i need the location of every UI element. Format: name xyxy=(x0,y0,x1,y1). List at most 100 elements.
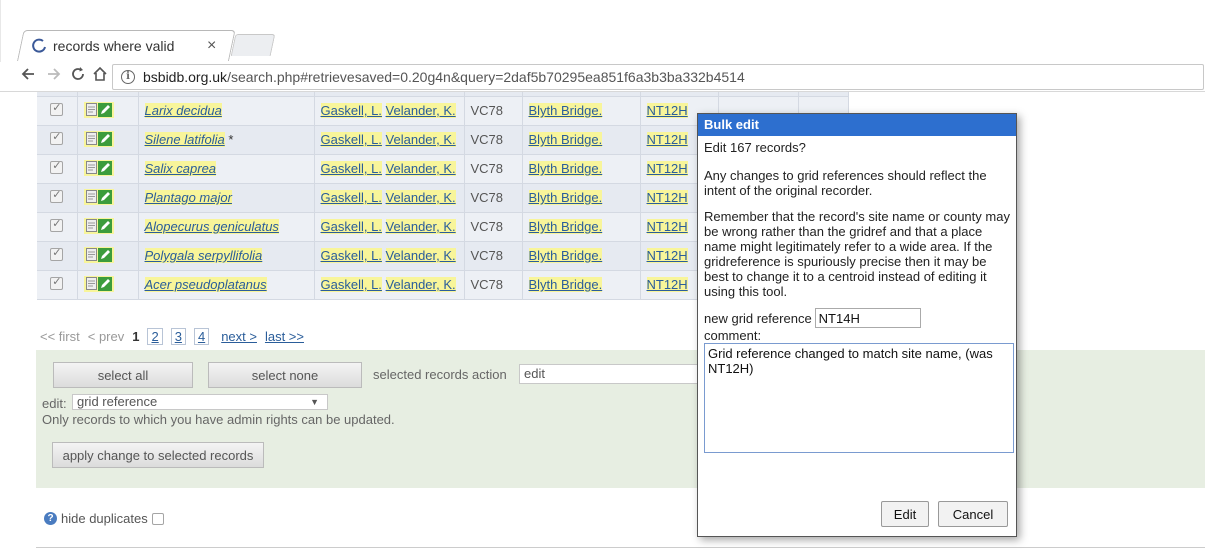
site-link[interactable]: Blyth Bridge. xyxy=(528,103,603,118)
record-detail-icon[interactable] xyxy=(85,219,97,233)
reload-icon[interactable] xyxy=(70,66,86,86)
vice-county: VC78 xyxy=(470,248,504,263)
edit-field-select[interactable]: grid reference ▼ xyxy=(72,394,328,410)
record-detail-icon[interactable] xyxy=(85,190,97,204)
site-link[interactable]: Blyth Bridge. xyxy=(528,219,603,234)
recorder-link[interactable]: Gaskell, L. xyxy=(320,248,382,263)
record-detail-icon[interactable] xyxy=(85,161,97,175)
recorder-link[interactable]: Gaskell, L. xyxy=(320,219,382,234)
recorder-link[interactable]: Gaskell, L. xyxy=(320,190,382,205)
recorder-link[interactable]: Velander, K. xyxy=(385,132,456,147)
vice-county: VC78 xyxy=(470,219,504,234)
pager-page-2[interactable]: 2 xyxy=(147,328,163,345)
row-checkbox[interactable] xyxy=(50,275,64,290)
grid-ref-link[interactable]: NT12H xyxy=(646,248,688,263)
hide-duplicates-checkbox[interactable] xyxy=(151,512,164,525)
hide-duplicates-row: ? hide duplicates xyxy=(44,511,164,526)
edit-pencil-icon[interactable] xyxy=(97,276,112,291)
row-action-icons xyxy=(83,275,114,292)
comment-textarea[interactable] xyxy=(704,343,1014,453)
site-link[interactable]: Blyth Bridge. xyxy=(528,190,603,205)
dropdown-arrow-icon: ▼ xyxy=(310,397,319,407)
site-link[interactable]: Blyth Bridge. xyxy=(528,161,603,176)
row-checkbox[interactable] xyxy=(50,217,64,232)
taxon-link[interactable]: Alopecurus geniculatus xyxy=(144,219,279,234)
recorder-link[interactable]: Velander, K. xyxy=(385,277,456,292)
pager-page-3[interactable]: 3 xyxy=(170,328,186,345)
selected-action-select[interactable]: edit xyxy=(519,364,699,384)
record-detail-icon[interactable] xyxy=(85,132,97,146)
row-action-icons xyxy=(83,217,114,234)
site-link[interactable]: Blyth Bridge. xyxy=(528,248,603,263)
row-checkbox[interactable] xyxy=(50,130,64,145)
apply-change-button[interactable]: apply change to selected records xyxy=(52,442,264,468)
browser-tab-content[interactable]: records where valid × xyxy=(21,30,221,61)
dialog-title: Bulk edit xyxy=(698,114,1016,136)
recorder-link[interactable]: Gaskell, L. xyxy=(320,132,382,147)
forward-arrow-icon[interactable] xyxy=(46,66,62,86)
recorder-link[interactable]: Gaskell, L. xyxy=(320,161,382,176)
taxon-link[interactable]: Plantago major xyxy=(144,190,232,205)
edit-pencil-icon[interactable] xyxy=(97,218,112,233)
row-checkbox[interactable] xyxy=(50,188,64,203)
grid-ref-link[interactable]: NT12H xyxy=(646,161,688,176)
edit-pencil-icon[interactable] xyxy=(97,131,112,146)
site-link[interactable]: Blyth Bridge. xyxy=(528,132,603,147)
home-icon[interactable] xyxy=(92,66,108,86)
taxon-link[interactable]: Larix decidua xyxy=(144,103,222,118)
row-checkbox[interactable] xyxy=(50,246,64,261)
taxon-link[interactable]: Acer pseudoplatanus xyxy=(144,277,267,292)
help-icon[interactable]: ? xyxy=(44,512,57,525)
edit-pencil-icon[interactable] xyxy=(97,189,112,204)
site-info-icon[interactable]: i xyxy=(121,70,135,84)
taxon-link[interactable]: Polygala serpyllifolia xyxy=(144,248,263,263)
grid-ref-link[interactable]: NT12H xyxy=(646,103,688,118)
taxon-marker: * xyxy=(228,132,234,147)
tab-close-icon[interactable]: × xyxy=(207,37,216,55)
row-action-icons xyxy=(83,159,114,176)
site-link[interactable]: Blyth Bridge. xyxy=(528,277,603,292)
back-arrow-icon[interactable] xyxy=(20,66,36,86)
admin-note: Only records to which you have admin rig… xyxy=(42,412,395,427)
record-detail-icon[interactable] xyxy=(85,248,97,262)
select-all-button[interactable]: select all xyxy=(53,362,193,388)
selected-action-label: selected records action xyxy=(373,367,507,382)
bulk-edit-dialog: Bulk edit Edit 167 records? Any changes … xyxy=(697,113,1017,537)
recorder-link[interactable]: Gaskell, L. xyxy=(320,103,382,118)
row-checkbox[interactable] xyxy=(50,159,64,174)
grid-ref-link[interactable]: NT12H xyxy=(646,277,688,292)
edit-pencil-icon[interactable] xyxy=(97,102,112,117)
taxon-link[interactable]: Salix caprea xyxy=(144,161,217,176)
record-detail-icon[interactable] xyxy=(85,103,97,117)
grid-reference-input[interactable] xyxy=(814,308,921,328)
recorder-link[interactable]: Velander, K. xyxy=(385,103,456,118)
recorder-link[interactable]: Gaskell, L. xyxy=(320,277,382,292)
taxon-link[interactable]: Silene latifolia xyxy=(144,132,225,147)
recorder-link[interactable]: Velander, K. xyxy=(385,219,456,234)
new-tab-button[interactable] xyxy=(230,34,276,56)
grid-ref-link[interactable]: NT12H xyxy=(646,132,688,147)
recorder-link[interactable]: Velander, K. xyxy=(385,248,456,263)
pager-page-4[interactable]: 4 xyxy=(193,328,210,345)
pager-next[interactable]: next > xyxy=(221,329,257,344)
pager-current: 1 xyxy=(132,329,140,344)
cancel-button[interactable]: Cancel xyxy=(938,501,1008,527)
page-content: Larix decidua Gaskell, L. Velander, K. VC7… xyxy=(0,92,1205,553)
edit-pencil-icon[interactable] xyxy=(97,160,112,175)
grid-ref-link[interactable]: NT12H xyxy=(646,190,688,205)
grid-ref-link[interactable]: NT12H xyxy=(646,219,688,234)
edit-button[interactable]: Edit xyxy=(881,501,929,527)
record-detail-icon[interactable] xyxy=(85,277,97,291)
pager-last[interactable]: last >> xyxy=(265,329,304,344)
tab-title: records where valid xyxy=(53,37,175,54)
vice-county: VC78 xyxy=(470,103,504,118)
address-bar[interactable]: i bsbidb.org.uk/search.php#retrievesaved… xyxy=(112,64,1204,90)
row-checkbox[interactable] xyxy=(50,101,64,116)
edit-pencil-icon[interactable] xyxy=(97,247,112,262)
loading-favicon-icon xyxy=(31,38,47,54)
recorder-link[interactable]: Velander, K. xyxy=(385,161,456,176)
select-none-button[interactable]: select none xyxy=(208,362,362,388)
dialog-paragraph-1: Any changes to grid references should re… xyxy=(704,168,987,198)
grid-reference-label: new grid reference xyxy=(704,310,812,326)
recorder-link[interactable]: Velander, K. xyxy=(385,190,456,205)
